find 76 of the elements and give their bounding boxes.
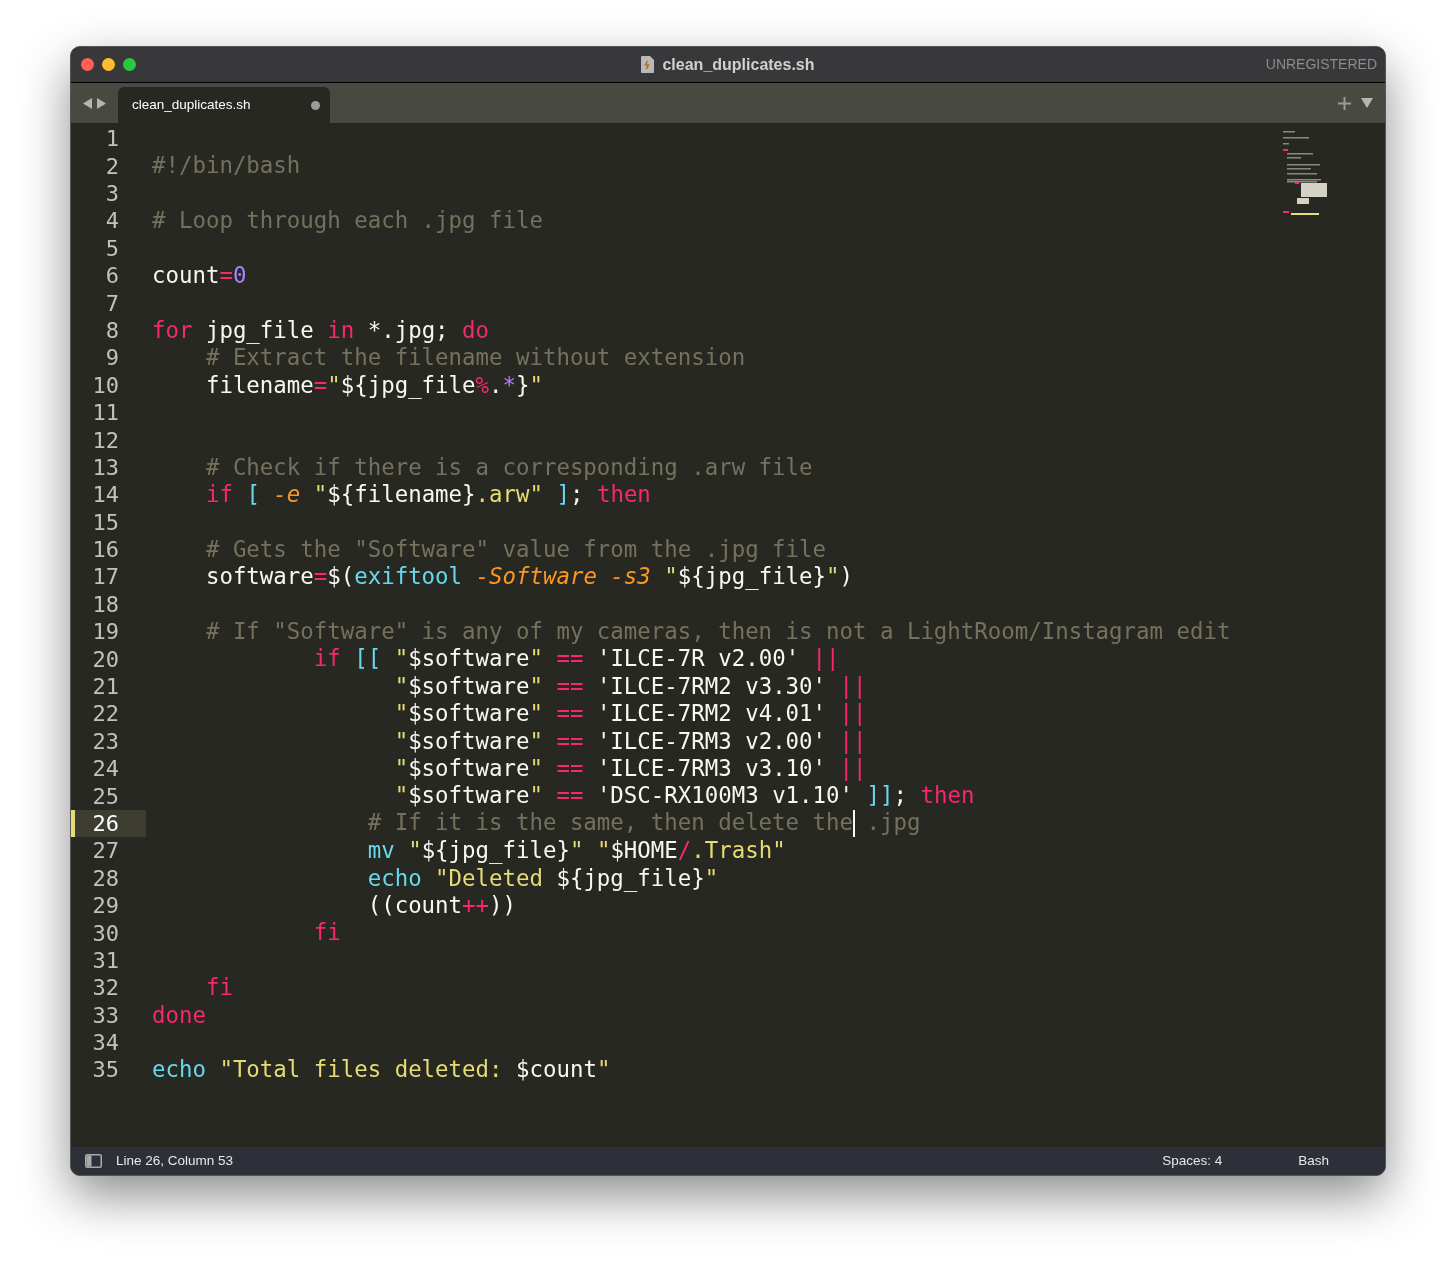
line-number: 11 [92,399,119,428]
line-number: 30 [92,919,119,948]
line-number: 24 [92,755,119,784]
code-line: # Loop through each .jpg file [152,207,543,235]
code-line: # If it is the same, then delete the .jpg [366,809,921,838]
code-line: "$software" == 'ILCE-7RM3 v2.00' || [393,727,867,755]
line-number: 16 [92,536,119,565]
code-line: #!/bin/bash [152,152,301,180]
line-number: 15 [92,508,119,537]
line-number: 21 [92,673,119,701]
file-icon [641,56,655,73]
line-number: 32 [92,974,119,1003]
line-number: 19 [92,618,119,647]
line-number: 18 [92,590,119,619]
line-number: 3 [105,180,119,208]
window-title: clean_duplicates.sh [662,54,815,75]
line-number: 8 [105,316,119,345]
code-line: software=$(exiftool -Software -s3 "${jpg_file}") [204,563,854,591]
plus-icon[interactable] [1338,96,1351,110]
cursor-position: Line 26, Column 53 [116,1151,234,1170]
code-line: fi [312,919,341,947]
code-line: # Check if there is a corresponding .arw file [204,453,813,482]
line-number: 6 [105,262,119,291]
line-number: 33 [92,1001,119,1030]
code-line: "$software" == 'ILCE-7RM2 v4.01' || [393,700,867,728]
code-line: # Gets the "Software" value from the .jpg file [204,535,826,564]
line-number: 22 [92,700,119,729]
line-number: 1 [105,125,119,154]
line-number: 14 [92,481,119,510]
line-number: 26 [92,809,119,838]
line-number: 7 [105,289,119,318]
code-line: if [[ "$software" == 'ILCE-7R v2.00' || [312,645,840,673]
line-number: 29 [92,892,119,921]
line-number: 9 [105,344,119,373]
code-line: mv "${jpg_file}" "$HOME/.Trash" [366,837,786,865]
code-line: echo "Deleted ${jpg_file}" [366,864,719,892]
code-line: "$software" == 'ILCE-7RM2 v3.30' || [393,672,867,701]
line-number: 12 [92,426,119,455]
line-number: 27 [92,837,119,866]
line-number: 10 [92,371,119,400]
code-line: echo "Total files deleted: $count" [152,1056,611,1084]
code-line: done [152,1001,206,1029]
minimize-button[interactable] [102,58,115,71]
text-cursor [853,810,855,838]
license-label: UNREGISTERED [1265,55,1378,74]
back-arrow-icon[interactable] [83,97,92,109]
sidebar-toggle-icon[interactable] [85,1154,102,1168]
forward-arrow-icon[interactable] [97,97,106,109]
line-number: 28 [92,864,119,893]
line-number: 20 [92,645,119,674]
syntax-setting[interactable]: Bash [1298,1150,1329,1172]
line-number: 4 [105,207,119,236]
line-number: 23 [92,727,119,756]
line-number: 13 [92,453,119,482]
line-number: 5 [105,234,119,263]
code-line: filename="${jpg_file%.*}" [204,371,543,399]
line-number: 25 [92,782,119,811]
indentation-setting[interactable]: Spaces: 4 [1162,1150,1223,1172]
line-number: 2 [105,152,119,181]
code-line: for jpg_file in *.jpg; do [152,316,490,345]
code-line: if [ -e "${filename}.arw" ]; then [204,481,651,509]
line-number: 35 [92,1056,119,1085]
code-line: count=0 [152,261,247,290]
file-tab[interactable]: clean_duplicates.sh [118,87,330,123]
line-number: 34 [92,1029,119,1058]
code-line: # Extract the filename without extension [204,344,746,372]
code-line: fi [204,974,233,1002]
dropdown-icon[interactable] [1361,98,1373,108]
close-button[interactable] [81,58,94,71]
code-line: "$software" == 'DSC-RX100M3 v1.10' ]]; then [393,782,975,810]
code-line: # If "Software" is any of my cameras, then is not a LightRoom/Instagram edit [204,618,1231,646]
code-line: ((count++)) [366,891,516,920]
line-number: 31 [92,946,119,975]
code-line: "$software" == 'ILCE-7RM3 v3.10' || [393,755,867,783]
maximize-button[interactable] [123,58,136,71]
line-number: 17 [92,563,119,592]
